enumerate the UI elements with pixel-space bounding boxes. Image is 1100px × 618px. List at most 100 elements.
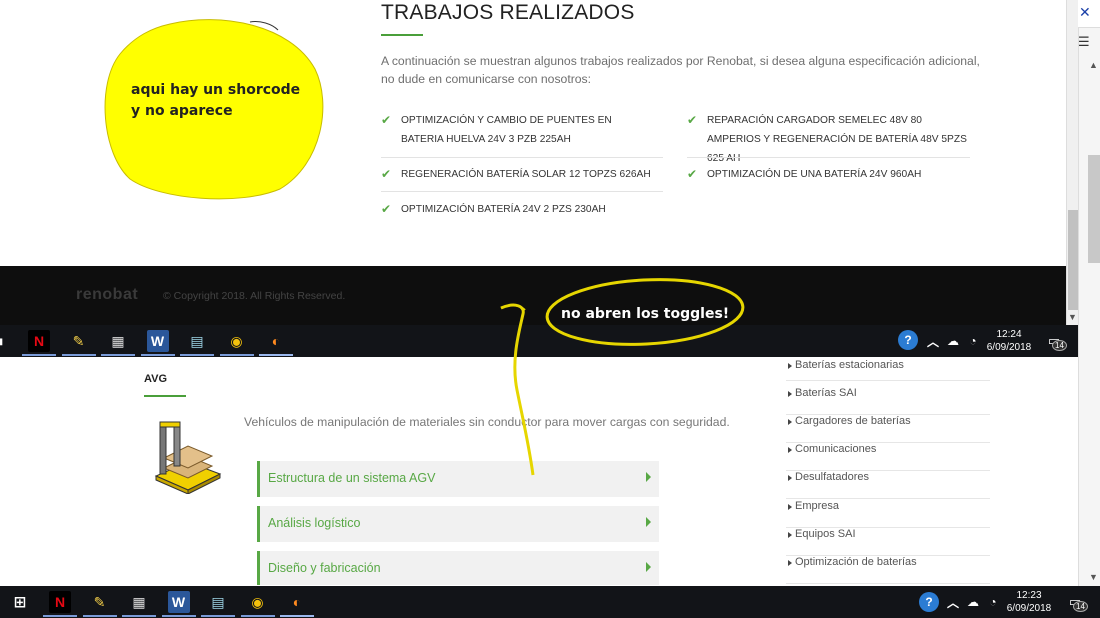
notes-icon[interactable]: ▤	[207, 591, 229, 613]
caret-right-icon	[788, 363, 792, 369]
menu-icon[interactable]: ☰	[1078, 34, 1090, 50]
caret-right-icon	[788, 560, 792, 566]
paint-icon[interactable]: ✎	[68, 330, 90, 352]
taskbar-clock[interactable]: 12:24 6/09/2018	[986, 328, 1032, 354]
running-indicator	[82, 615, 117, 617]
chrome-icon[interactable]: ◉	[226, 330, 248, 352]
scroll-down-icon[interactable]: ▼	[1068, 312, 1077, 322]
chevron-up-icon[interactable]: ︿	[942, 591, 964, 613]
chevron-up-icon[interactable]: ︿	[922, 330, 944, 352]
paint-icon[interactable]: ✎	[89, 591, 111, 613]
category-link[interactable]: Optimización de baterías	[786, 556, 990, 584]
word-icon[interactable]: W	[167, 591, 190, 613]
windows-start-icon[interactable]: ■	[0, 330, 10, 352]
caret-right-icon	[788, 391, 792, 397]
windows-start-icon[interactable]: ⊞	[9, 591, 31, 613]
chevron-right-icon	[646, 562, 651, 572]
cloud-icon[interactable]: ☁	[942, 330, 964, 352]
close-icon[interactable]: ✕	[1079, 4, 1091, 21]
wifi-icon[interactable]: ◔	[982, 591, 1004, 613]
category-link[interactable]: Cargadores de baterías	[786, 415, 990, 443]
shortcode-annotation-line1: aqui hay un shorcode	[131, 82, 301, 98]
help-icon[interactable]: ?	[919, 592, 939, 612]
shortcode-annotation-text: aqui hay un shorcode y no aparece	[131, 80, 300, 122]
toggle-label: Análisis logístico	[268, 516, 361, 530]
category-link[interactable]: Baterías estacionarias	[786, 359, 990, 381]
running-indicator	[161, 615, 196, 617]
running-indicator	[219, 354, 254, 356]
scroll-up-icon[interactable]: ▲	[1089, 60, 1098, 70]
divider	[381, 191, 663, 192]
category-label: Baterías SAI	[795, 387, 857, 399]
check-icon: ✔	[381, 202, 392, 216]
category-link[interactable]: Baterías SAI	[786, 387, 990, 415]
work-item-text: REPARACIÓN CARGADOR SEMELEC 48V 80 AMPER…	[707, 115, 967, 164]
cloud-icon[interactable]: ☁	[962, 591, 984, 613]
running-indicator	[140, 354, 175, 356]
check-icon: ✔	[687, 167, 698, 181]
caret-right-icon	[788, 475, 792, 481]
toggles-annotation-text: no abren los toggles!	[561, 306, 730, 322]
clock-date: 6/09/2018	[1006, 603, 1052, 614]
category-label: Equipos SAI	[795, 528, 856, 540]
shortcode-annotation-line2: y no aparece	[131, 103, 233, 119]
category-label: Desulfatadores	[795, 471, 869, 483]
notification-count: 14	[1073, 601, 1088, 612]
avg-title: AVG	[144, 373, 168, 385]
category-link[interactable]: Empresa	[786, 500, 990, 528]
taskbar-clock[interactable]: 12:23 6/09/2018	[1005, 589, 1053, 615]
running-indicator	[180, 354, 214, 356]
netflix-icon[interactable]: N	[49, 591, 71, 613]
works-title-underline	[381, 34, 423, 36]
netflix-icon[interactable]: N	[28, 330, 50, 352]
running-indicator	[43, 615, 77, 617]
works-intro: A continuación se muestran algunos traba…	[381, 54, 980, 86]
running-indicator	[101, 354, 135, 356]
toggle-logistics[interactable]: Análisis logístico	[257, 506, 659, 542]
chrome-icon[interactable]: ◉	[247, 591, 269, 613]
footer-logo[interactable]: renobat	[76, 286, 138, 304]
caret-right-icon	[788, 419, 792, 425]
page-scrollbar-thumb[interactable]	[1068, 210, 1078, 310]
right-browser-panel	[1078, 0, 1100, 590]
firefox-icon[interactable]: ◐	[286, 591, 308, 613]
firefox-icon[interactable]: ◐	[265, 330, 287, 352]
caret-right-icon	[788, 504, 792, 510]
check-icon: ✔	[381, 167, 392, 181]
toggle-label: Estructura de un sistema AGV	[268, 471, 436, 485]
calculator-icon[interactable]: ▦	[107, 330, 129, 352]
work-item-text: OPTIMIZACIÓN BATERÍA 24V 2 PZS 230AH	[401, 204, 606, 215]
category-link[interactable]: Comunicaciones	[786, 443, 990, 471]
category-link[interactable]: Equipos SAI	[786, 528, 990, 556]
category-label: Cargadores de baterías	[795, 415, 911, 427]
running-indicator	[61, 354, 96, 356]
running-indicator	[201, 615, 235, 617]
running-indicator	[122, 615, 156, 617]
clock-time: 12:23	[1016, 590, 1042, 601]
clock-time: 12:24	[996, 329, 1022, 340]
scroll-down-icon[interactable]: ▼	[1089, 572, 1098, 582]
category-label: Empresa	[795, 500, 840, 512]
notes-icon[interactable]: ▤	[186, 330, 208, 352]
caret-right-icon	[788, 447, 792, 453]
work-item-text: REGENERACIÓN BATERÍA SOLAR 12 TOPZS 626A…	[401, 169, 651, 180]
word-icon[interactable]: W	[146, 330, 169, 352]
work-item-text: OPTIMIZACIÓN Y CAMBIO DE PUENTES EN BATE…	[401, 115, 612, 145]
category-link[interactable]: Desulfatadores	[786, 471, 990, 499]
category-label: Baterías estacionarias	[795, 359, 904, 371]
toggle-design[interactable]: Diseño y fabricación	[257, 551, 659, 585]
check-icon: ✔	[687, 113, 698, 127]
taskbar-bottom: ⊞ N✎▦W▤◉◐ ? ︿ ☁ ◔ 12:23 6/09/2018 ▭ 14	[0, 586, 1100, 618]
running-indicator	[22, 354, 56, 356]
agv-vehicle-image	[154, 421, 222, 494]
right-scrollbar-thumb[interactable]	[1088, 155, 1100, 263]
running-indicator	[259, 354, 293, 356]
toggle-label: Diseño y fabricación	[268, 561, 381, 575]
clock-date: 6/09/2018	[986, 342, 1032, 353]
toggles-annotation-overlay	[500, 278, 745, 476]
chevron-right-icon	[646, 517, 651, 527]
check-icon: ✔	[381, 113, 392, 127]
calculator-icon[interactable]: ▦	[128, 591, 150, 613]
wifi-icon[interactable]: ◔	[962, 330, 984, 352]
help-icon[interactable]: ?	[898, 330, 918, 350]
